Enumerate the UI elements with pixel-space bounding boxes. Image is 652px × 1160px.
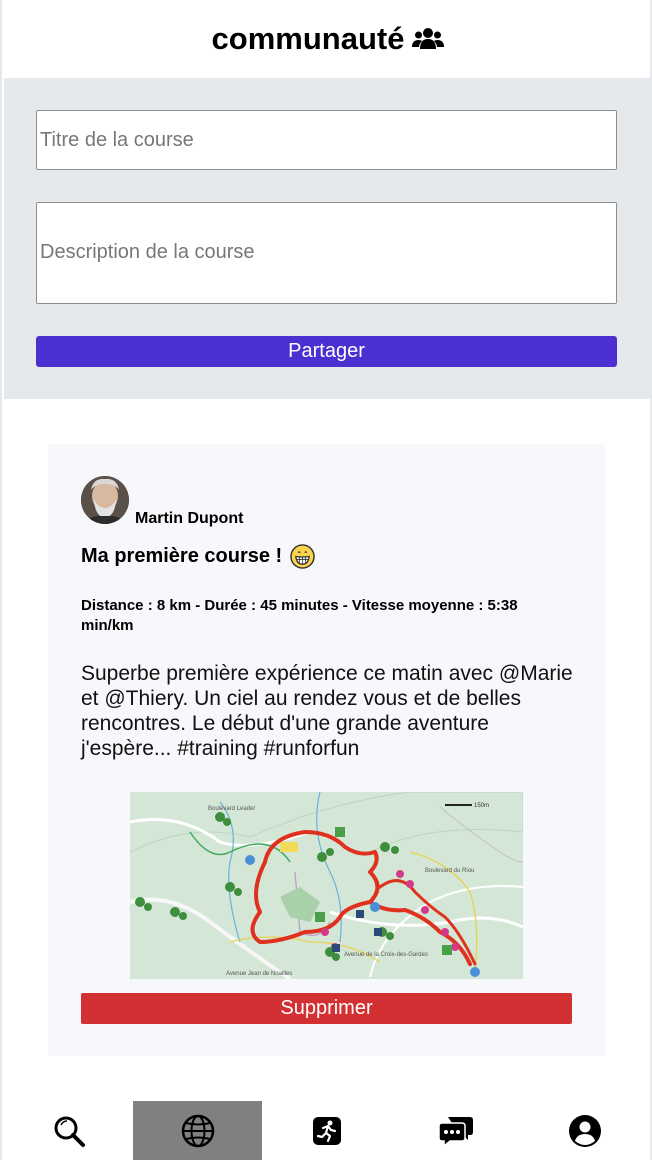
post-author[interactable]: Martin Dupont (135, 510, 243, 528)
page-title: communauté (211, 21, 405, 56)
map-scale-label: 150m (474, 803, 489, 809)
bottom-nav (2, 1101, 652, 1160)
header: communauté (2, 0, 652, 78)
users-icon (412, 28, 445, 49)
globe-icon (181, 1114, 214, 1147)
post-stats: Distance : 8 km - Durée : 45 minutes - V… (81, 597, 518, 634)
nav-community[interactable] (133, 1101, 262, 1160)
nav-profile[interactable] (520, 1101, 649, 1160)
course-title-input[interactable] (36, 110, 617, 170)
search-icon (54, 1116, 85, 1147)
map-label-avenue-noailles: Avenue Jean de Noailles (226, 971, 292, 977)
map-label-avenue-croix: Avenue de la Croix-des-Gardes (344, 952, 428, 958)
user-icon (568, 1114, 601, 1147)
post-composer: Partager (4, 78, 650, 399)
nav-search[interactable] (4, 1101, 133, 1160)
post-title: Ma première course ! (81, 544, 315, 569)
chat-icon (437, 1116, 473, 1148)
course-description-input[interactable] (36, 202, 617, 304)
post-card: Martin Dupont Ma première course ! Dista… (48, 444, 605, 1056)
app-frame: communauté Partager Martin Dupont M (0, 0, 652, 1160)
delete-button[interactable]: Supprimer (81, 993, 572, 1024)
post-description: Superbe première expérience ce matin ave… (81, 662, 573, 760)
nav-messages[interactable] (391, 1101, 520, 1160)
map-label-boulevard-leader: Boulevard Leader (208, 806, 255, 812)
nav-activity[interactable] (262, 1101, 391, 1160)
runner-icon (312, 1116, 341, 1145)
map-label-boulevard-riou: Boulevard du Riou (425, 868, 474, 874)
route-map[interactable]: Boulevard Leader Boulevard du Riou Avenu… (130, 792, 523, 979)
avatar[interactable] (81, 476, 129, 524)
share-button[interactable]: Partager (36, 336, 617, 367)
grinning-face-icon (290, 544, 315, 569)
post-title-text: Ma première course ! (81, 545, 283, 567)
